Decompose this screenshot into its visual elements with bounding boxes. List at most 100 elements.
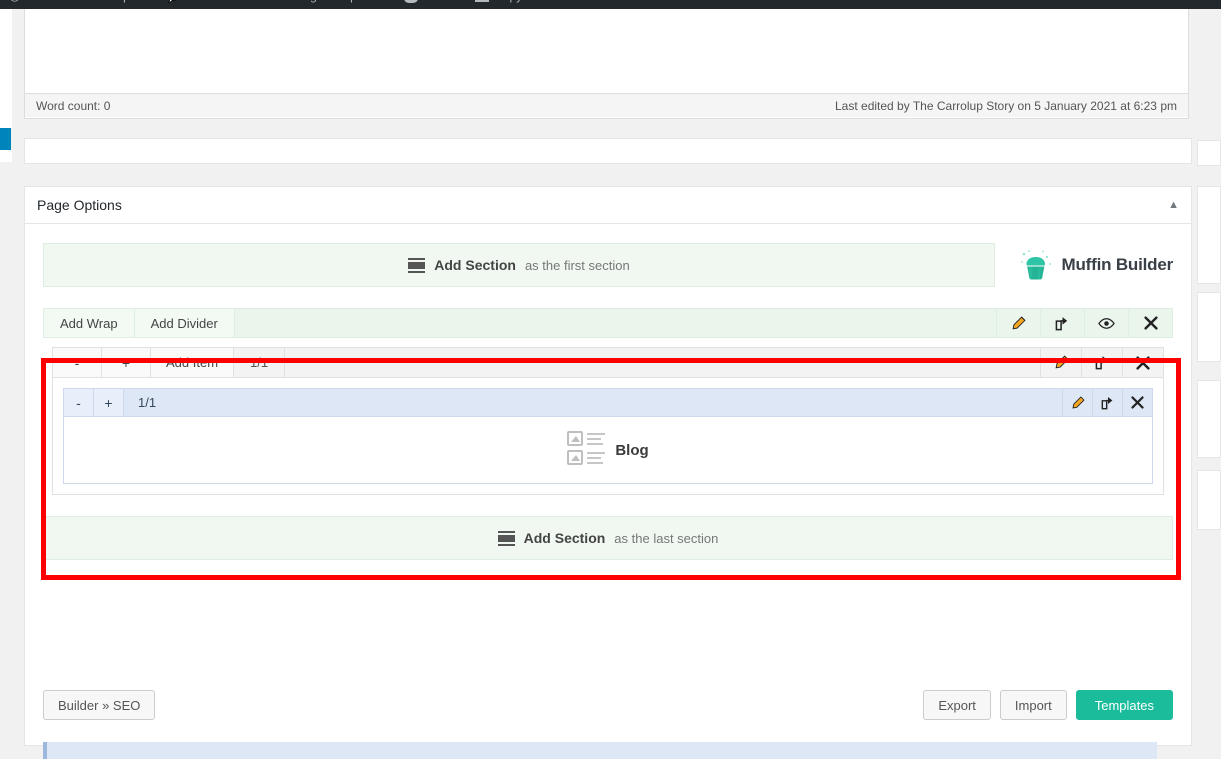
builder-footer: Builder » SEO Export Import Templates: [43, 690, 1173, 720]
page-options-metabox: Page Options ▲ Add Section as the first …: [24, 186, 1192, 759]
builder-item-blog[interactable]: Blog: [567, 431, 649, 469]
word-count-label: Word count: 0: [36, 98, 111, 113]
close-icon: [1131, 396, 1144, 409]
adminbar-item-copy-draft[interactable]: Copy to a new draft: [466, 0, 607, 9]
adminbar-item-view-page[interactable]: View Page: [257, 0, 332, 9]
plus-icon: +: [212, 0, 220, 4]
builder-section: Add Wrap Add Divider - + Add Item 1/1 - …: [43, 308, 1173, 495]
adminbar-item-new[interactable]: + New: [203, 0, 258, 9]
page-title: Page Options: [37, 197, 122, 213]
column-delete-button[interactable]: [1122, 389, 1152, 416]
wp-home-icon: ◉: [9, 0, 20, 4]
add-section-first-button[interactable]: Add Section as the first section: [43, 243, 995, 287]
sidebar-box-4: [1197, 380, 1221, 458]
muffin-builder-brand: Muffin Builder: [999, 243, 1173, 287]
wrap-delete-button[interactable]: [1122, 348, 1163, 377]
add-item-button[interactable]: Add Item: [151, 348, 235, 377]
editor-statusbar: Word count: 0 Last edited by The Carrolu…: [25, 93, 1188, 117]
secondary-panel: [24, 138, 1192, 164]
section-tools: [996, 309, 1172, 337]
wrap-export-button[interactable]: [1081, 348, 1122, 377]
wrap-increase-button[interactable]: +: [102, 348, 151, 377]
sidebar-box-2: [1197, 186, 1221, 284]
wrap-ratio-label: 1/1: [250, 355, 269, 370]
section-preview-button[interactable]: [1084, 309, 1128, 337]
adminbar-item-comments[interactable]: 💬 0: [157, 0, 203, 9]
add-section-last-button[interactable]: Add Section as the last section: [43, 516, 1173, 560]
blog-item-icon: [567, 431, 606, 469]
import-button[interactable]: Import: [999, 690, 1067, 720]
adminbar-comments-count: 0: [187, 0, 194, 3]
add-wrap-button[interactable]: Add Wrap: [44, 309, 135, 337]
section-icon: [408, 257, 426, 273]
add-divider-button[interactable]: Add Divider: [134, 309, 235, 337]
eye-icon: [1098, 317, 1115, 330]
layout-panel[interactable]: LAYOUT: [43, 742, 1157, 759]
adminbar-item-site[interactable]: ◉ A World of Carrolup Art: [0, 0, 157, 9]
editor-canvas[interactable]: [25, 9, 1188, 93]
section-delete-button[interactable]: [1128, 309, 1172, 337]
column-toolbar: - + 1/1: [64, 389, 1152, 417]
wrap-decrease-button[interactable]: -: [53, 348, 102, 377]
left-gutter-white-upper: [0, 9, 12, 128]
export-icon: [1101, 396, 1115, 410]
wrap-edit-button[interactable]: [1040, 348, 1081, 377]
wrap-content: - + 1/1 Blog: [53, 378, 1163, 494]
column-ratio-label: 1/1: [138, 395, 157, 410]
adminbar-forms-label: Forms: [423, 0, 457, 3]
templates-button[interactable]: Templates: [1075, 690, 1173, 720]
add-divider-label: Add Divider: [150, 315, 218, 331]
column-edit-button[interactable]: [1062, 389, 1092, 416]
add-section-first-strong: Add Section: [434, 257, 516, 273]
content-editor[interactable]: Word count: 0 Last edited by The Carrolu…: [24, 9, 1189, 119]
column-toolbar-spacer: [170, 389, 1062, 416]
comment-icon: 💬: [166, 0, 182, 4]
adminbar-view-page-label: View Page: [266, 0, 323, 3]
builder-body: Add Section as the first section Muffin …: [25, 224, 1191, 759]
add-section-last-strong: Add Section: [523, 530, 606, 546]
adminbar-updates-label: Updates: [341, 0, 386, 3]
column-ratio: 1/1: [124, 389, 170, 416]
adminbar-item-updates[interactable]: Updates: [332, 0, 395, 9]
edit-icon: [1011, 315, 1026, 331]
builder-seo-button[interactable]: Builder » SEO: [43, 690, 156, 720]
section-toolbar-spacer: [235, 309, 996, 337]
builder-footer-actions: Export Import Templates: [923, 690, 1173, 720]
page-options-header[interactable]: Page Options ▲: [25, 187, 1191, 224]
close-icon: [1136, 355, 1150, 370]
export-button[interactable]: Export: [923, 690, 991, 720]
column-plus-label: +: [104, 394, 113, 411]
cupcake-icon: [1018, 248, 1054, 282]
sidebar-box-5: [1197, 470, 1221, 530]
adminbar-item-forms[interactable]: Forms: [395, 0, 466, 9]
close-icon: [1143, 316, 1158, 330]
column-minus-label: -: [76, 394, 81, 411]
column-content: Blog: [64, 417, 1152, 483]
edit-icon: [1071, 395, 1085, 410]
export-icon: [1095, 355, 1110, 370]
section-toolbar: Add Wrap Add Divider: [43, 308, 1173, 338]
brand-name: Muffin Builder: [1061, 255, 1174, 274]
left-gutter-white-lower: [0, 150, 12, 162]
column-export-button[interactable]: [1092, 389, 1122, 416]
wrap-minus-label: -: [74, 354, 80, 371]
column-increase-button[interactable]: +: [94, 389, 124, 416]
export-icon: [1055, 316, 1070, 331]
left-gutter-accent: [0, 128, 11, 150]
wrap-toolbar: - + Add Item 1/1: [53, 348, 1163, 378]
section-icon: [497, 530, 515, 546]
wp-admin-bar[interactable]: ◉ A World of Carrolup Art 💬 0 + New View…: [0, 0, 1221, 9]
edit-icon: [1054, 355, 1069, 370]
section-edit-button[interactable]: [996, 309, 1040, 337]
chevron-up-icon[interactable]: ▲: [1168, 199, 1179, 211]
last-edited-label: Last edited by The Carrolup Story on 5 J…: [835, 98, 1177, 113]
wrap-plus-label: +: [121, 354, 131, 371]
add-section-last-muted: as the last section: [614, 530, 719, 546]
forms-blob-icon: [404, 0, 419, 3]
builder-item-label: Blog: [615, 441, 649, 459]
wrap-toolbar-spacer: [285, 348, 1040, 377]
column-decrease-button[interactable]: -: [64, 389, 94, 416]
section-export-button[interactable]: [1040, 309, 1084, 337]
builder-column: - + 1/1 Blog: [63, 388, 1153, 484]
sidebar-box-3: [1197, 292, 1221, 362]
